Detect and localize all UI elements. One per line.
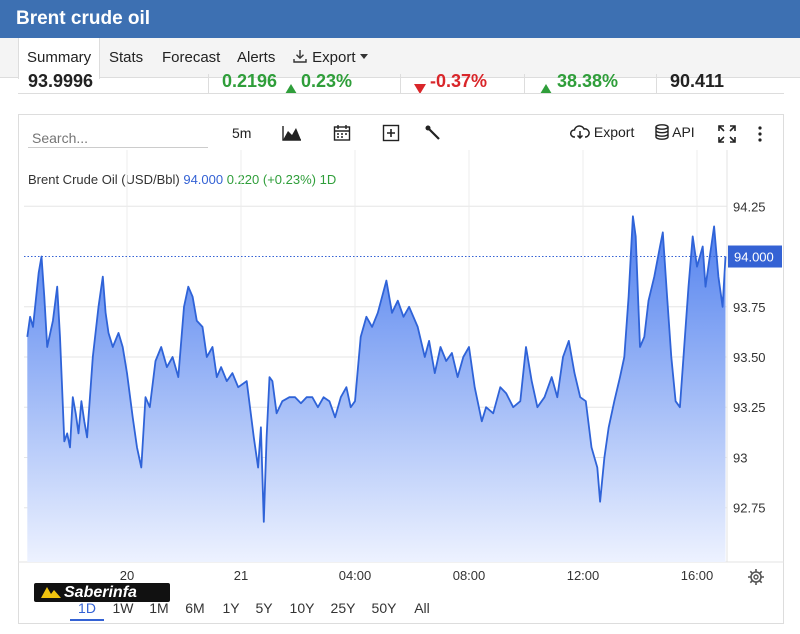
wrench-icon [425, 125, 440, 140]
cloud-download-icon [570, 125, 590, 140]
page-title: Brent crude oil [16, 8, 151, 29]
caret-down-icon [359, 54, 368, 59]
database-icon [655, 124, 669, 140]
logo-icon [41, 587, 61, 598]
search-input[interactable] [28, 124, 208, 148]
legend-price: 94.000 [183, 172, 224, 187]
range-1y[interactable]: 1Y [216, 597, 246, 621]
quote-change: 0.2196 [222, 74, 278, 91]
down-arrow-icon [414, 84, 426, 93]
legend-period: 1D [319, 172, 337, 187]
chart-export-button[interactable]: Export [570, 124, 634, 144]
quote-strip: 93.9996 0.2196 0.23% -0.37% 38.38% 90.41… [18, 74, 784, 94]
chart-type-button[interactable] [282, 124, 302, 144]
quote-forecast: 90.411 [670, 74, 725, 91]
add-indicator-button[interactable] [382, 124, 400, 144]
chart-settings-gear-icon[interactable] [747, 568, 765, 586]
tab-stats[interactable]: Stats [101, 38, 151, 78]
legend-change: 0.220 (+0.23%) [226, 172, 316, 187]
tools-button[interactable] [424, 124, 442, 144]
range-6m[interactable]: 6M [180, 597, 210, 621]
fullscreen-button[interactable] [718, 125, 736, 145]
range-50y[interactable]: 50Y [368, 597, 400, 621]
up-arrow-icon [285, 84, 297, 93]
range-1d[interactable]: 1D [70, 597, 104, 621]
tab-summary[interactable]: Summary [18, 38, 101, 79]
fullscreen-icon [718, 125, 736, 143]
more-vertical-icon [758, 126, 762, 142]
chart-panel [18, 114, 784, 624]
quote-weekly: -0.37% [430, 74, 488, 91]
range-all[interactable]: All [408, 597, 436, 621]
more-options-button[interactable] [757, 125, 763, 145]
api-button[interactable]: API [655, 124, 695, 144]
tab-forecast[interactable]: Forecast [154, 38, 228, 78]
quote-last: 93.9996 [28, 74, 94, 91]
range-1m[interactable]: 1M [144, 597, 174, 621]
calendar-icon [333, 125, 351, 141]
range-1w[interactable]: 1W [108, 597, 138, 621]
mountain-chart-icon [282, 126, 301, 141]
tab-export[interactable]: Export [284, 38, 376, 78]
title-bar: Brent crude oil [0, 0, 800, 38]
tab-alerts[interactable]: Alerts [229, 38, 283, 78]
plus-box-icon [382, 124, 400, 142]
range-5y[interactable]: 5Y [249, 597, 279, 621]
range-10y[interactable]: 10Y [286, 597, 318, 621]
download-icon [293, 50, 307, 63]
up-arrow-icon [540, 84, 552, 93]
chart-legend: Brent Crude Oil (USD/Bbl) 94.000 0.220 (… [28, 172, 336, 187]
nav-tabs: Summary Stats Forecast Alerts Export [0, 38, 800, 79]
quote-yearly: 38.38% [557, 74, 619, 91]
range-25y[interactable]: 25Y [327, 597, 359, 621]
legend-series-name: Brent Crude Oil (USD/Bbl) [28, 172, 180, 187]
calendar-button[interactable] [333, 124, 351, 144]
quote-change-pct: 0.23% [301, 74, 353, 91]
interval-button[interactable]: 5m [232, 125, 251, 145]
